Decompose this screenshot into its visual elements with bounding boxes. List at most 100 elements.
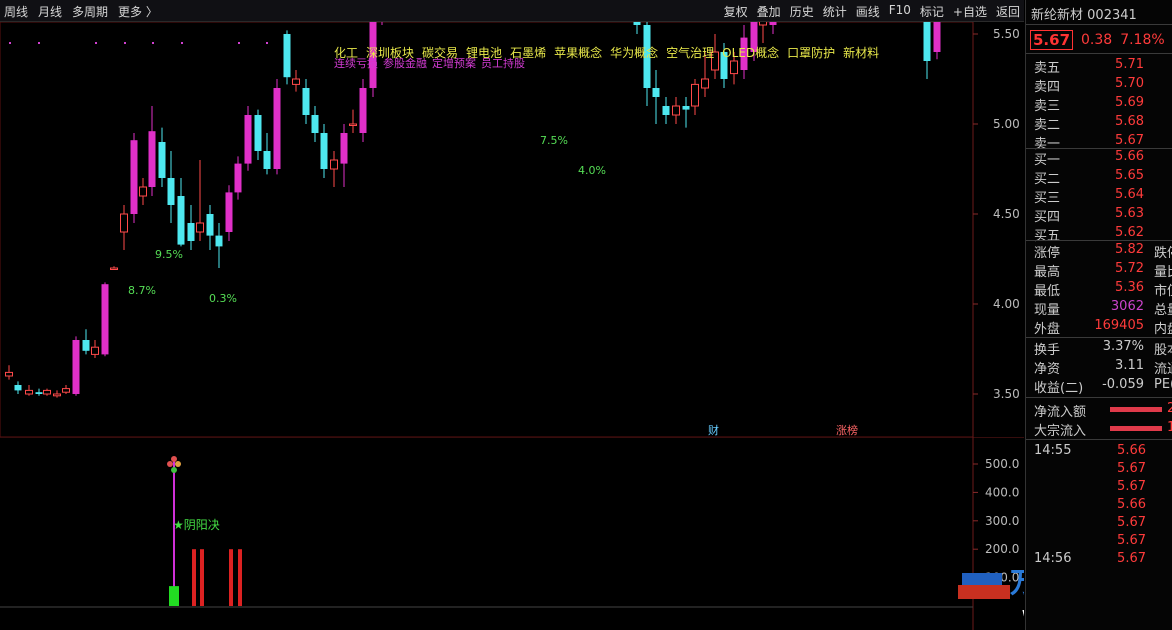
bid-row[interactable]: 买二 5.65: [1034, 168, 1172, 187]
concept-label[interactable]: 苹果概念: [554, 44, 602, 61]
tick-row[interactable]: 5.67: [1034, 533, 1172, 551]
candle: [633, 22, 641, 34]
row-value: 5.68: [1115, 114, 1144, 129]
candle: [234, 156, 242, 200]
tab-monthly[interactable]: 月线: [38, 3, 62, 20]
tick-row[interactable]: 5.67: [1034, 515, 1172, 533]
stat-row[interactable]: 最高 5.72 量比: [1034, 261, 1172, 280]
mark-button[interactable]: 标记: [920, 3, 944, 20]
stat-row[interactable]: 换手 3.37% 股本: [1034, 339, 1172, 358]
stats-button[interactable]: 统计: [823, 3, 847, 20]
concept-label[interactable]: 新材料: [843, 44, 879, 61]
tick-price: 5.67: [1117, 461, 1146, 476]
concept-label[interactable]: OLED概念: [722, 44, 779, 61]
back-button[interactable]: 返回: [996, 3, 1020, 20]
price-row: 5.67 0.38 7.18%: [1030, 30, 1165, 50]
stat-row[interactable]: 涨停 5.82 跌停: [1034, 242, 1172, 261]
stat-row[interactable]: 外盘 169405 内盘: [1034, 318, 1172, 337]
row-label: 最低: [1034, 284, 1061, 299]
indicator-bar: [169, 586, 179, 606]
candlestick-chart[interactable]: 7.006.506.005.505.004.504.003.505.828.7%…: [0, 22, 1024, 437]
ask-row[interactable]: 卖二 5.68: [1034, 114, 1172, 133]
row-label: 卖四: [1034, 80, 1061, 95]
row-value: 5.66: [1115, 149, 1144, 164]
concept-label[interactable]: 空气治理: [666, 44, 714, 61]
candle: [302, 79, 310, 124]
row-label: 收益(二): [1034, 381, 1084, 396]
feature-tag[interactable]: 定增预案: [432, 55, 476, 71]
marker-dot: [181, 42, 183, 44]
tick-price: 5.67: [1117, 515, 1146, 530]
stat-row[interactable]: 收益(二) -0.059 PE(: [1034, 377, 1172, 396]
candle: [933, 22, 941, 60]
indicator-chart[interactable]: 500.0400.0300.0200.0100.0★阴阳决万股网www.2010…: [0, 437, 1024, 630]
feature-tag[interactable]: 员工持股: [481, 55, 525, 71]
ask-row[interactable]: 卖四 5.70: [1034, 76, 1172, 95]
tick-row[interactable]: 14:55 5.66: [1034, 443, 1172, 461]
feature-tag[interactable]: 连续亏损: [334, 55, 378, 71]
candle: [53, 390, 61, 398]
tab-multi-period[interactable]: 多周期: [72, 3, 108, 20]
candle: [662, 97, 670, 124]
row-label-2: 总量: [1154, 303, 1172, 318]
candle: [139, 178, 147, 205]
tick-price: 5.67: [1117, 551, 1146, 566]
candle: [196, 160, 204, 241]
row-value: 5.62: [1115, 225, 1144, 240]
tick-row[interactable]: 5.67: [1034, 479, 1172, 497]
row-value: 5.82: [1115, 242, 1144, 257]
bid-row[interactable]: 买三 5.64: [1034, 187, 1172, 206]
marker-dot: [124, 42, 126, 44]
row-label: 外盘: [1034, 322, 1061, 337]
row-value: 5.72: [1115, 261, 1144, 276]
add-watchlist-button[interactable]: +自选: [953, 3, 987, 20]
concept-label[interactable]: 口罩防护: [787, 44, 835, 61]
feature-tags: 连续亏损 参股金融 定增预案 员工持股: [334, 55, 525, 71]
candle: [254, 109, 262, 160]
tick-row[interactable]: 5.66: [1034, 497, 1172, 515]
flow-row[interactable]: 净流入额 2: [1034, 401, 1172, 420]
row-label: 现量: [1034, 303, 1061, 318]
tick-row[interactable]: 5.67: [1034, 461, 1172, 479]
candle: [643, 22, 651, 106]
bid-row[interactable]: 买四 5.63: [1034, 206, 1172, 225]
marker-dot: [152, 42, 154, 44]
draw-button[interactable]: 画线: [856, 3, 880, 20]
stat-row[interactable]: 最低 5.36 市值: [1034, 280, 1172, 299]
feature-tag[interactable]: 参股金融: [383, 55, 427, 71]
stat-row[interactable]: 净资 3.11 流通: [1034, 358, 1172, 377]
candle: [283, 30, 291, 85]
marker-dot: [95, 42, 97, 44]
signal-dot: [171, 456, 177, 462]
candle: [340, 124, 348, 187]
price-axis-label: 5.00: [993, 117, 1020, 131]
stat-row[interactable]: 现量 3062 总量: [1034, 299, 1172, 318]
history-button[interactable]: 历史: [790, 3, 814, 20]
tab-more[interactable]: 更多 〉: [118, 3, 158, 20]
top-toolbar: 周线 月线 多周期 更多 〉 复权 叠加 历史 统计 画线 F10 标记 +自选…: [0, 0, 1024, 22]
tick-price: 5.66: [1117, 443, 1146, 458]
concept-label[interactable]: 华为概念: [610, 44, 658, 61]
f10-button[interactable]: F10: [889, 3, 911, 20]
flow-bar: [1110, 426, 1162, 431]
ask-row[interactable]: 卖五 5.71: [1034, 57, 1172, 76]
bid-row[interactable]: 买一 5.66: [1034, 149, 1172, 168]
watermark: 万股网 www.201082.com: [958, 566, 1024, 620]
overlay-button[interactable]: 叠加: [757, 3, 781, 20]
row-value: 5.67: [1115, 133, 1144, 148]
row-label-2: 内盘: [1154, 322, 1172, 337]
current-price: 5.67: [1030, 30, 1074, 50]
ask-row[interactable]: 卖三 5.69: [1034, 95, 1172, 114]
tick-row[interactable]: 14:56 5.67: [1034, 551, 1172, 569]
quote-panel: 新纶新材 002341 5.67 0.38 7.18% 卖五 5.71 卖四 5.70…: [1025, 0, 1172, 630]
finance-event-marker: 财: [708, 423, 719, 437]
candle: [311, 106, 319, 142]
flow-row[interactable]: 大宗流入 1: [1034, 420, 1172, 439]
adjust-button[interactable]: 复权: [724, 3, 748, 20]
row-value: -0.059: [1102, 377, 1144, 392]
divider: [1026, 439, 1172, 440]
marker-dot: [266, 42, 268, 44]
marker-dot: [9, 42, 11, 44]
divider: [1026, 53, 1172, 54]
tab-weekly[interactable]: 周线: [4, 3, 28, 20]
